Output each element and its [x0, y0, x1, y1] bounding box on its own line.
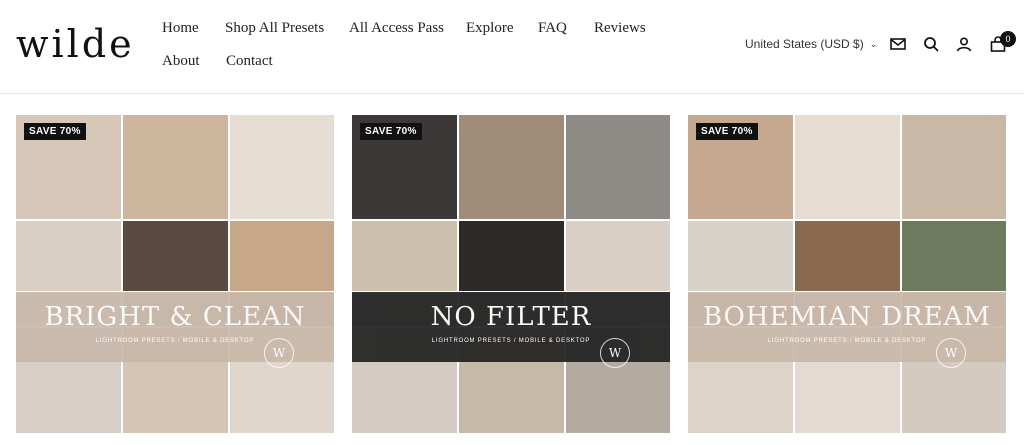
preview-collage	[688, 115, 1006, 433]
brand-seal-icon: W	[264, 338, 294, 368]
currency-label: United States (USD $)	[745, 37, 864, 51]
preview-photo	[123, 221, 228, 291]
product-card-bohemian-dream[interactable]: SAVE 70% BOHEMIAN DREAM LIGHTROOM PRESET…	[688, 115, 1006, 433]
preview-photo	[459, 221, 564, 291]
discount-badge: SAVE 70%	[24, 123, 86, 140]
nav-faq[interactable]: FAQ	[538, 20, 567, 37]
site-header: wilde Home Shop All Presets All Access P…	[0, 0, 1024, 94]
cart-count-badge: 0	[1000, 31, 1016, 47]
preview-photo	[123, 115, 228, 219]
preview-photo	[459, 115, 564, 219]
product-title: BRIGHT & CLEAN	[44, 302, 306, 332]
preview-photo	[795, 221, 900, 291]
preview-photo	[16, 221, 121, 291]
brand-seal-icon: W	[936, 338, 966, 368]
preview-photo	[902, 115, 1006, 219]
search-icon[interactable]	[922, 35, 940, 53]
nav-home[interactable]: Home	[162, 20, 199, 37]
nav-shop-all-presets[interactable]: Shop All Presets	[225, 20, 324, 37]
nav-explore[interactable]: Explore	[466, 20, 513, 37]
discount-badge: SAVE 70%	[696, 123, 758, 140]
preview-photo	[688, 221, 793, 291]
mail-icon[interactable]	[889, 35, 907, 53]
product-card-bright-clean[interactable]: SAVE 70% BRIGHT & CLEAN LIGHTROOM PRESET…	[16, 115, 334, 433]
preview-photo	[230, 115, 334, 219]
discount-badge: SAVE 70%	[360, 123, 422, 140]
preview-photo	[902, 221, 1006, 291]
nav-all-access-pass[interactable]: All Access Pass	[349, 20, 444, 37]
preview-collage	[352, 115, 670, 433]
brand-seal-icon: W	[600, 338, 630, 368]
chevron-down-icon: ⌄	[869, 39, 878, 49]
product-title: BOHEMIAN DREAM	[702, 302, 992, 332]
currency-selector[interactable]: United States (USD $) ⌄	[745, 37, 877, 51]
product-title: NO FILTER	[430, 302, 592, 332]
preview-photo	[795, 115, 900, 219]
product-card-no-filter[interactable]: SAVE 70% NO FILTER LIGHTROOM PRESETS / M…	[352, 115, 670, 433]
preview-photo	[566, 221, 670, 291]
preview-photo	[230, 221, 334, 291]
account-icon[interactable]	[955, 35, 973, 53]
preview-photo	[566, 115, 670, 219]
nav-contact[interactable]: Contact	[226, 53, 273, 70]
nav-reviews[interactable]: Reviews	[594, 20, 646, 37]
nav-about[interactable]: About	[162, 53, 200, 70]
brand-logo[interactable]: wilde	[16, 22, 135, 66]
preview-photo	[352, 221, 457, 291]
preview-collage	[16, 115, 334, 433]
